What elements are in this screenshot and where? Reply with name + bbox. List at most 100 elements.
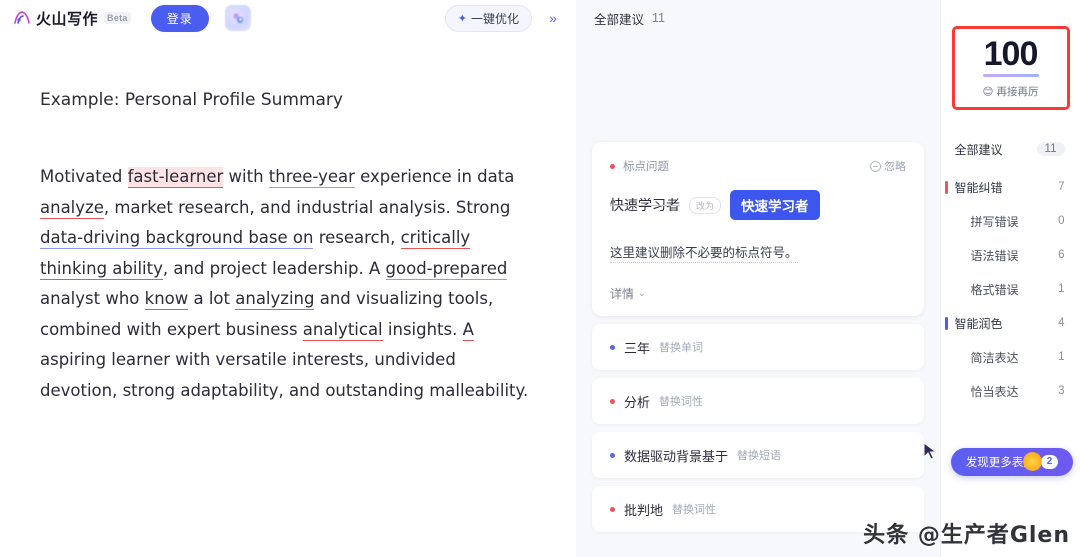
document-marked-span[interactable]: analyze	[40, 197, 104, 219]
suggestion-item-word: 批判地	[624, 502, 664, 518]
replacement-row: 快速学习者 改为 快速学习者	[610, 190, 906, 220]
category-row[interactable]: 智能润色 4	[941, 306, 1080, 340]
suggestion-items-container: 三年 替换单词 分析 替换词性 数据驱动背景基于 替换短语 批判地 替换词性	[592, 324, 924, 532]
document-plain-span: research,	[313, 228, 401, 247]
suggestion-item-tag: 替换短语	[737, 450, 782, 462]
category-count: 1	[1058, 351, 1065, 363]
category-row[interactable]: 恰当表达 3	[941, 374, 1080, 408]
discover-more-badge: 2	[1040, 455, 1059, 469]
score-panel-column: 100 😊 再接再厉 全部建议 11 智能纠错 7 拼写错误 0 语法错误 6 格式错误 1 智能润…	[923, 0, 1080, 557]
top-toolbar: 火山写作 Beta 登录 ✦ 一键优化 »	[0, 0, 576, 36]
document-title: Example: Personal Profile Summary	[40, 90, 343, 110]
category-list: 全部建议 11 智能纠错 7 拼写错误 0 语法错误 6 格式错误 1 智能润色 4 简洁表达 1 恰当表达…	[941, 132, 1080, 408]
sparkle-badge-icon[interactable]	[224, 5, 251, 31]
score-underline-decoration	[982, 74, 1039, 77]
category-count: 3	[1058, 385, 1065, 397]
category-label: 智能纠错	[954, 180, 1003, 195]
category-row[interactable]: 简洁表达 1	[941, 340, 1080, 374]
document-marked-span[interactable]: three-year	[268, 167, 355, 188]
suggestions-header-count: 11	[652, 11, 665, 25]
smiley-icon: 😊	[982, 85, 994, 98]
document-plain-span: aspiring learner with versatile interest…	[40, 350, 529, 400]
document-plain-span: , market research, and industrial analys…	[103, 197, 511, 217]
issue-dot-icon	[610, 452, 615, 458]
login-button[interactable]: 登录	[150, 4, 209, 32]
category-row[interactable]: 格式错误 1	[941, 272, 1080, 306]
category-label: 智能润色	[954, 316, 1003, 331]
score-value: 100	[983, 35, 1039, 73]
editor-column: 火山写作 Beta 登录 ✦ 一键优化 » Example: Personal …	[0, 0, 576, 557]
suggestion-type-label: 标点问题	[623, 161, 669, 173]
document-plain-span: with	[223, 167, 269, 186]
document-paragraph[interactable]: Motivated fast-learner with three-year e…	[40, 162, 532, 406]
score-subtitle-label: 再接再厉	[996, 86, 1039, 98]
category-label: 格式错误	[970, 282, 1019, 297]
category-row[interactable]: 全部建议 11	[941, 132, 1080, 166]
suggestion-card[interactable]: 标点问题 忽略 快速学习者 改为 快速学习者 这里建议删除不必要的标点符号。 详…	[592, 142, 924, 316]
category-count: 4	[1058, 317, 1065, 329]
document-plain-span: a lot	[188, 289, 236, 308]
issue-dot-icon	[610, 163, 615, 169]
category-count: 6	[1058, 249, 1065, 261]
suggestion-list-item[interactable]: 三年 替换单词	[592, 324, 924, 370]
suggestion-item-tag: 替换词性	[659, 396, 704, 408]
suggestion-item-word: 数据驱动背景基于	[624, 448, 729, 464]
category-row[interactable]: 语法错误 6	[941, 238, 1080, 272]
app-root: 火山写作 Beta 登录 ✦ 一键优化 » Example: Personal …	[0, 0, 1080, 557]
document-marked-span[interactable]: analytical	[302, 319, 383, 341]
category-count: 1	[1058, 283, 1065, 295]
document-plain-span: insights.	[382, 319, 463, 339]
apply-replacement-button[interactable]: 快速学习者	[730, 190, 820, 220]
category-row[interactable]: 拼写错误 0	[941, 204, 1080, 238]
category-count: 0	[1058, 215, 1065, 227]
document-marked-span[interactable]: good-prepared	[385, 258, 508, 280]
category-label: 拼写错误	[970, 214, 1019, 229]
suggestion-item-word: 分析	[624, 394, 651, 410]
document-marked-span[interactable]: know	[144, 289, 189, 310]
discover-more-button[interactable]: 发现更多表达 2	[951, 448, 1073, 476]
ignore-label: 忽略	[884, 161, 906, 173]
chevron-down-icon: ⌄	[638, 288, 646, 298]
change-to-chip: 改为	[689, 196, 722, 214]
score-box: 100 😊 再接再厉	[951, 26, 1070, 110]
suggestion-list-item[interactable]: 分析 替换词性	[592, 378, 924, 424]
category-label: 简洁表达	[970, 350, 1019, 365]
suggestion-item-tag: 替换单词	[659, 342, 704, 354]
suggestions-column: 全部建议 11 标点问题 忽略 快速学习者 改为 快速学习者 这里建议删除不必要…	[576, 0, 940, 557]
category-label: 全部建议	[954, 142, 1003, 157]
suggestion-item-word: 三年	[624, 340, 651, 356]
beta-badge: Beta	[104, 12, 131, 24]
suggestions-header: 全部建议 11	[576, 0, 940, 36]
cursor-highlight	[1023, 452, 1042, 471]
document-marked-span[interactable]: analyzing	[235, 289, 315, 310]
document-editor[interactable]: Example: Personal Profile Summary Motiva…	[0, 36, 576, 557]
issue-dot-icon	[610, 398, 615, 404]
suggestion-description: 这里建议删除不必要的标点符号。	[610, 242, 798, 263]
document-marked-span[interactable]: A	[462, 319, 474, 341]
category-label: 恰当表达	[970, 384, 1019, 399]
details-expander[interactable]: 详情 ⌄	[610, 285, 906, 302]
watermark: 头条 @生产者Glen	[863, 523, 1070, 548]
category-color-bar	[944, 180, 948, 194]
issue-dot-icon	[610, 344, 615, 350]
category-color-bar	[944, 316, 948, 330]
document-marked-span[interactable]: fast-learner	[127, 167, 224, 188]
sparkle-icon: ✦	[457, 12, 467, 25]
category-row[interactable]: 智能纠错 7	[941, 170, 1080, 204]
suggestion-card-header: 标点问题 忽略	[610, 158, 906, 174]
ignore-button[interactable]: 忽略	[870, 158, 906, 174]
app-title: 火山写作	[36, 10, 99, 28]
suggestions-list[interactable]: 标点问题 忽略 快速学习者 改为 快速学习者 这里建议删除不必要的标点符号。 详…	[576, 36, 940, 557]
mouse-cursor-icon	[923, 442, 939, 467]
document-plain-span: Motivated	[40, 167, 128, 186]
original-word: 快速学习者	[610, 197, 680, 213]
category-count: 7	[1058, 181, 1065, 193]
collapse-panel-icon[interactable]: »	[540, 5, 566, 31]
category-label: 语法错误	[970, 248, 1019, 263]
document-plain-span: analyst who	[40, 289, 145, 308]
app-logo[interactable]: 火山写作 Beta	[12, 8, 131, 29]
suggestion-list-item[interactable]: 数据驱动背景基于 替换短语	[592, 432, 924, 478]
document-marked-span[interactable]: data-driving background base on	[40, 228, 314, 249]
one-click-optimize-button[interactable]: ✦ 一键优化	[444, 4, 532, 32]
volcano-logo-icon	[12, 8, 32, 28]
